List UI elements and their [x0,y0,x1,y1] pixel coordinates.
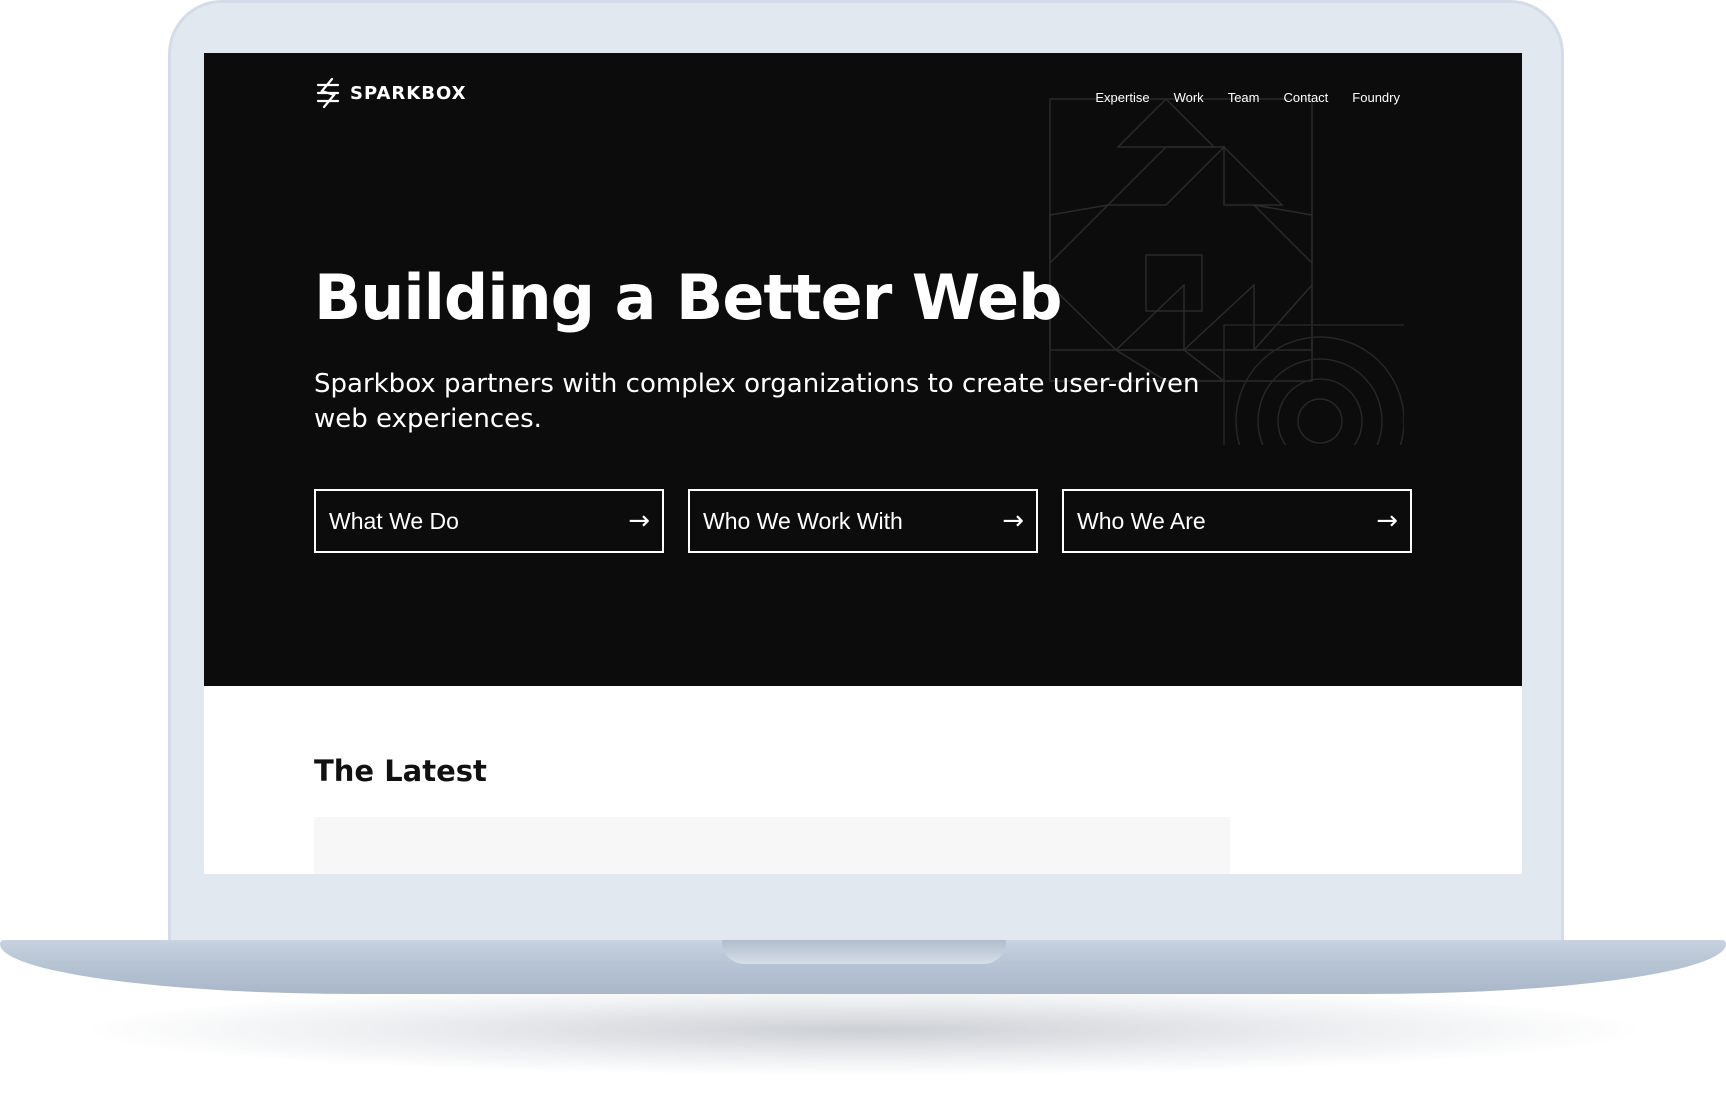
latest-heading: The Latest [314,754,487,788]
laptop-shadow [90,985,1636,1075]
laptop-screen: SPARKBOX Expertise Work Team Contact Fou… [204,53,1522,874]
hero-section: SPARKBOX Expertise Work Team Contact Fou… [204,53,1522,686]
what-we-do-button[interactable]: What We Do → [314,489,664,553]
cta-row: What We Do → Who We Work With → Who We A… [314,489,1412,553]
nav-item-contact[interactable]: Contact [1283,90,1328,105]
nav-item-team[interactable]: Team [1228,90,1260,105]
hero-subhead: Sparkbox partners with complex organizat… [314,369,1200,434]
sparkbox-logo-icon [316,77,340,109]
laptop-notch [722,940,1006,964]
main-nav: Expertise Work Team Contact Foundry [1095,90,1400,105]
who-we-work-with-button[interactable]: Who We Work With → [688,489,1038,553]
who-we-are-button[interactable]: Who We Are → [1062,489,1412,553]
arrow-right-icon: → [628,506,650,536]
cta-label: Who We Are [1077,507,1206,534]
brand-name: SPARKBOX [350,82,467,104]
nav-item-work[interactable]: Work [1174,90,1204,105]
arrow-right-icon: → [1376,506,1398,536]
nav-item-foundry[interactable]: Foundry [1352,90,1400,105]
laptop-mockup: SPARKBOX Expertise Work Team Contact Fou… [0,0,1726,1099]
sparkbox-logo[interactable]: SPARKBOX [314,77,467,109]
nav-item-expertise[interactable]: Expertise [1095,90,1149,105]
hero-headline: Building a Better Web [314,261,1062,334]
latest-card[interactable] [314,817,1230,874]
cta-label: What We Do [329,507,459,534]
cta-label: Who We Work With [703,507,903,534]
arrow-right-icon: → [1002,506,1024,536]
